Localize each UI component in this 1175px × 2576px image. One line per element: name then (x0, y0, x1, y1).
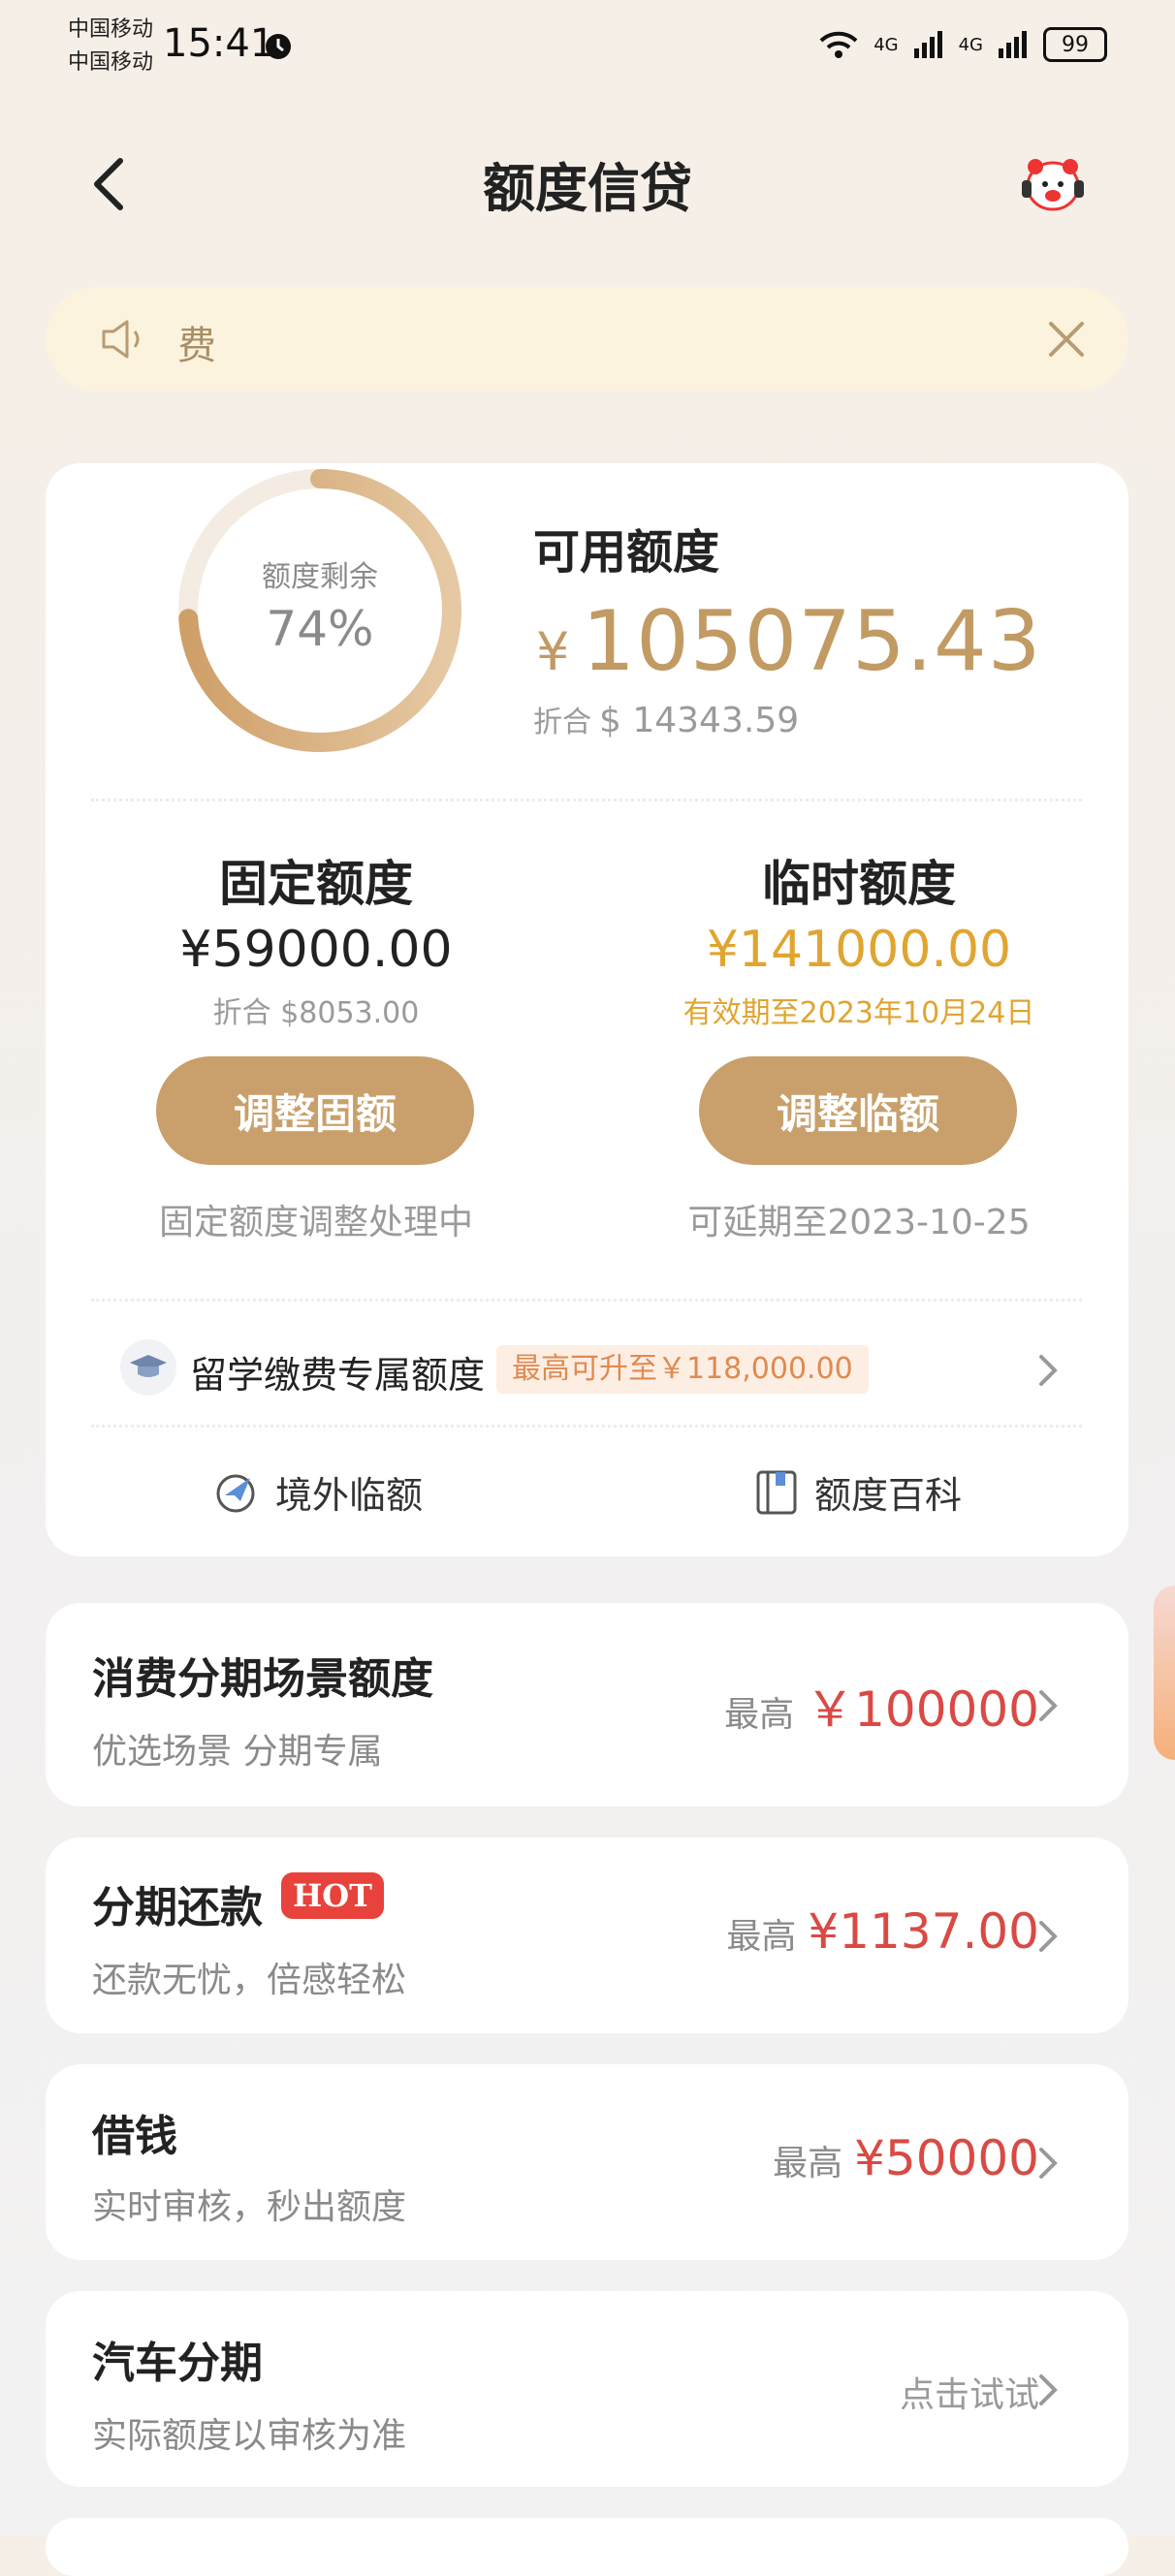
usd-label: 折合 (533, 706, 591, 739)
available-value: 105075.43 (582, 593, 1042, 690)
network-4g-1: 4G (873, 34, 899, 55)
plane-clock-icon (216, 1474, 255, 1512)
mascot-icon[interactable] (1018, 147, 1088, 217)
divider (91, 1425, 1082, 1428)
credit-wiki-label: 额度百科 (814, 1474, 963, 1517)
limit-prefix: 最高 (726, 1917, 797, 1957)
status-icons: 4G 4G 99 (817, 27, 1107, 62)
ring-percent: 74% (266, 601, 374, 657)
limit-value: ￥100000 (806, 1681, 1039, 1738)
chevron-right-icon (1039, 1921, 1058, 1952)
limit-value: ¥1137.00 (808, 1903, 1039, 1960)
close-icon[interactable] (1043, 316, 1090, 362)
chevron-right-icon (1039, 1355, 1058, 1386)
credit-wiki-link[interactable]: 额度百科 (754, 1465, 962, 1519)
signal-icon-2 (999, 31, 1027, 58)
product-subtitle: 优选场景 分期专属 (92, 1732, 383, 1772)
product-subtitle: 实时审核，秒出额度 (92, 2187, 407, 2227)
fixed-usd: 折合 $8053.00 (212, 996, 420, 1030)
alarm-icon (266, 34, 291, 59)
fixed-title: 固定额度 (219, 856, 413, 912)
currency-symbol: ¥ (536, 621, 571, 682)
wifi-icon (819, 31, 858, 58)
available-amount: ¥105075.43 (536, 593, 1041, 690)
product-limit: 最高 ￥100000 (724, 1671, 1039, 1741)
book-icon (756, 1470, 797, 1514)
study-abroad-label: 留学缴费专属额度 (190, 1354, 486, 1397)
overseas-temp-credit-label: 境外临额 (275, 1474, 424, 1517)
divider (91, 1299, 1082, 1302)
limit-prefix: 最高 (773, 2144, 843, 2183)
notice-bar[interactable]: 费 (46, 287, 1128, 392)
chevron-right-icon (1039, 2148, 1058, 2179)
hot-badge: HOT (281, 1872, 384, 1919)
product-title: 借钱 (92, 2112, 177, 2161)
carrier-1: 中国移动 (68, 17, 154, 42)
temp-credit-block: 临时额度 ¥141000.00 有效期至2023年10月24日 (588, 845, 1130, 1031)
product-title: 分期还款 (92, 1883, 263, 1932)
fixed-note: 固定额度调整处理中 (158, 1203, 473, 1242)
product-limit: 最高 ¥50000 (773, 2130, 1039, 2186)
product-action: 点击试试 (900, 2367, 1039, 2417)
temp-expiry: 有效期至2023年10月24日 (683, 996, 1035, 1030)
graduation-cap-icon (120, 1339, 176, 1396)
side-floating-tab[interactable] (1154, 1586, 1175, 1760)
available-usd: 折合 $ 14343.59 (533, 698, 799, 740)
temp-note: 可延期至2023-10-25 (687, 1203, 1031, 1242)
speaker-icon (102, 320, 140, 359)
usd-value: $ 14343.59 (599, 701, 800, 740)
temp-title: 临时额度 (762, 856, 956, 912)
temp-amount: ¥141000.00 (706, 921, 1012, 979)
fixed-credit-block: 固定额度 ¥59000.00 折合 $8053.00 (45, 845, 588, 1031)
notice-text: 费 (177, 324, 216, 368)
overseas-temp-credit-link[interactable]: 境外临额 (211, 1465, 423, 1519)
divider (91, 799, 1082, 801)
product-card-peek[interactable] (46, 2518, 1128, 2576)
status-time: 15:41 (163, 21, 275, 66)
study-abroad-badge: 最高可升至￥118,000.00 (496, 1345, 869, 1394)
signal-icon-1 (913, 31, 942, 58)
carrier-2: 中国移动 (68, 50, 154, 75)
battery-level: 99 (1062, 32, 1089, 57)
chevron-right-icon (1039, 2374, 1058, 2405)
adjust-fixed-button[interactable]: 调整固额 (156, 1056, 474, 1165)
limit-value: ¥50000 (854, 2130, 1039, 2186)
page-title: 额度信贷 (483, 158, 692, 219)
fixed-amount: ¥59000.00 (179, 921, 453, 979)
product-subtitle: 实际额度以审核为准 (92, 2416, 407, 2456)
product-title: 汽车分期 (92, 2339, 263, 2388)
product-subtitle: 还款无忧，倍感轻松 (92, 1961, 407, 2000)
adjust-temp-button[interactable]: 调整临额 (699, 1056, 1017, 1165)
product-title: 消费分期场景额度 (92, 1654, 433, 1704)
limit-prefix: 最高 (724, 1695, 795, 1735)
network-4g-2: 4G (958, 34, 983, 55)
battery-indicator: 99 (1043, 27, 1107, 62)
chevron-right-icon (1039, 1690, 1058, 1721)
product-limit: 最高 ¥1137.00 (726, 1903, 1039, 1960)
try-link-text: 点击试试 (899, 2375, 1039, 2415)
available-label: 可用额度 (533, 525, 720, 580)
ring-label: 额度剩余 (262, 560, 378, 594)
